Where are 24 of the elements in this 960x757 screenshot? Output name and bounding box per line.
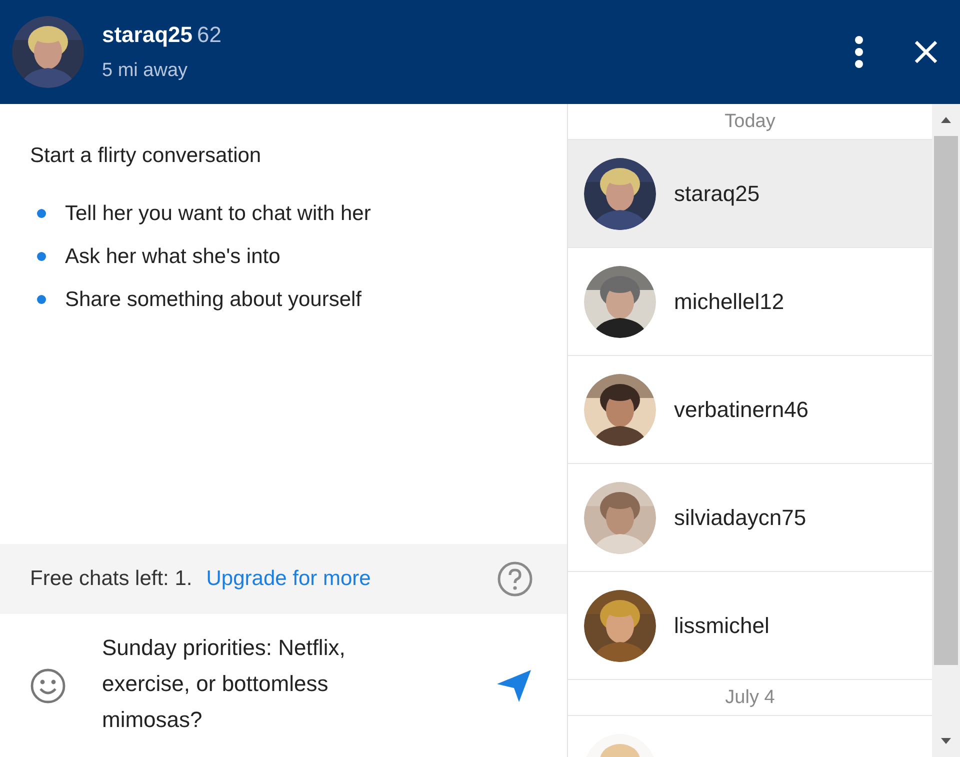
emoji-icon[interactable] bbox=[30, 668, 66, 704]
help-icon[interactable] bbox=[497, 561, 533, 597]
age: 62 bbox=[196, 22, 222, 47]
tip-text: Share something about yourself bbox=[65, 288, 362, 312]
upgrade-link[interactable]: Upgrade for more bbox=[206, 567, 497, 591]
username: staraq25 bbox=[102, 22, 193, 47]
more-icon[interactable] bbox=[854, 35, 864, 69]
distance: 5 mi away bbox=[102, 60, 189, 82]
conversation-item[interactable]: staraq25 bbox=[568, 140, 932, 248]
tips-title: Start a flirty conversation bbox=[30, 144, 262, 168]
scroll-down-icon[interactable] bbox=[940, 737, 952, 745]
send-icon[interactable] bbox=[495, 668, 533, 704]
tip-text: Tell her you want to chat with her bbox=[65, 202, 371, 226]
free-chats-text: Free chats left: 1. bbox=[30, 567, 192, 591]
close-icon[interactable] bbox=[914, 40, 938, 64]
bullet-icon bbox=[37, 295, 46, 304]
tip-text: Ask her what she's into bbox=[65, 244, 280, 268]
scrollbar-thumb[interactable] bbox=[934, 136, 958, 665]
date-label: July 4 bbox=[725, 686, 775, 708]
scroll-up-icon[interactable] bbox=[940, 116, 952, 124]
bullet-icon bbox=[37, 209, 46, 218]
scrollbar[interactable] bbox=[932, 104, 960, 757]
bullet-icon bbox=[37, 252, 46, 261]
date-label: Today bbox=[724, 110, 776, 132]
